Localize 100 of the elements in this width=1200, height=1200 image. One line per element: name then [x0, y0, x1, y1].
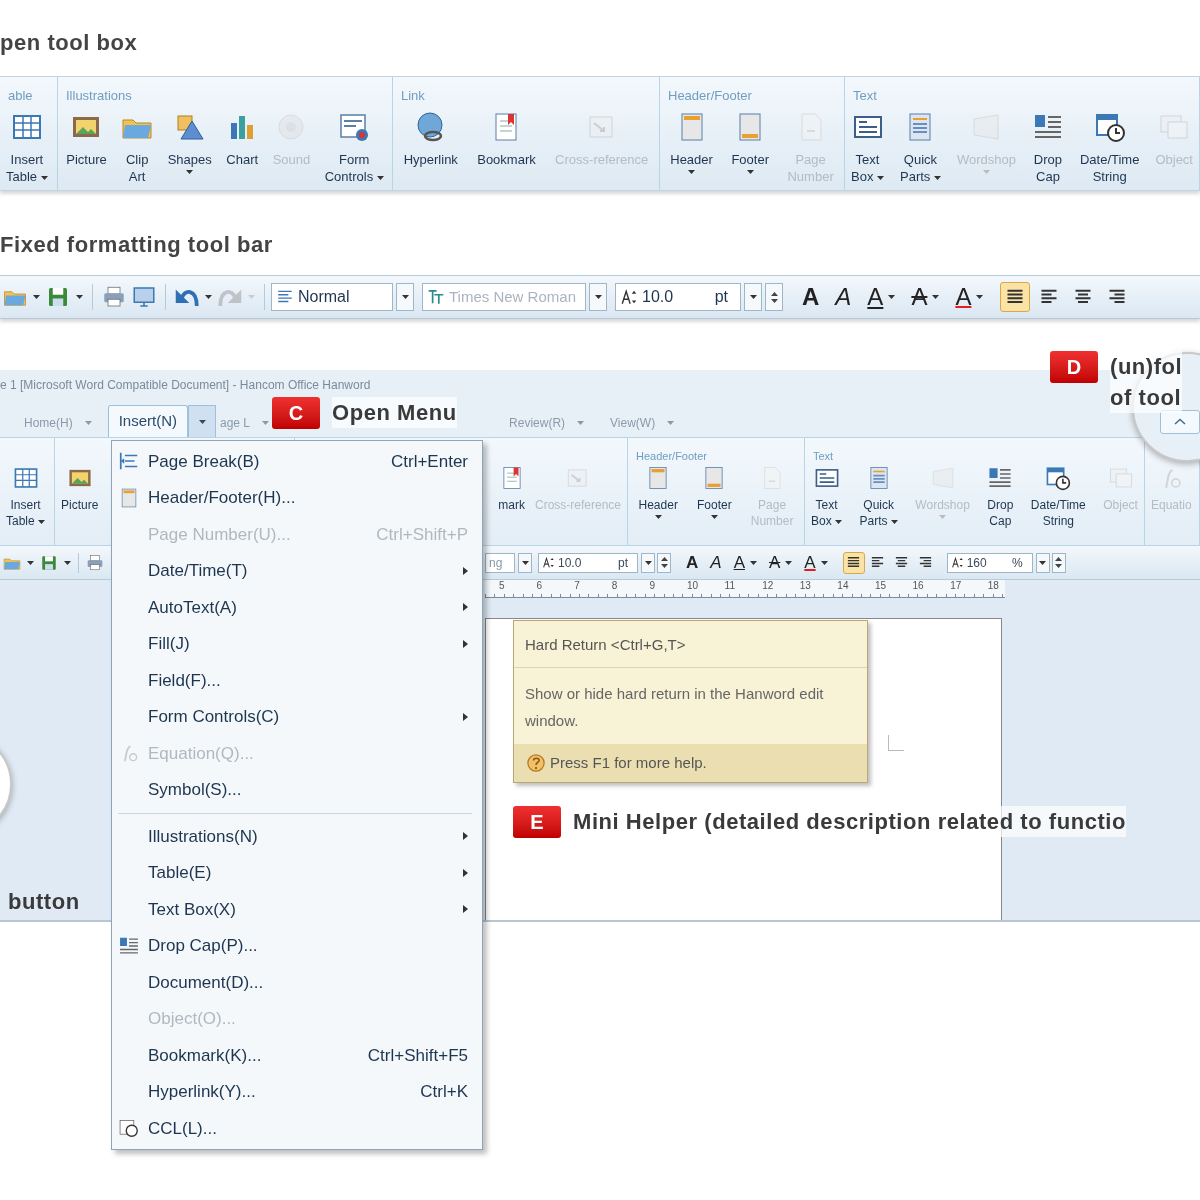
ruler-number: 6	[536, 580, 544, 593]
printer-icon	[86, 553, 104, 572]
menu-item[interactable]: Field(F)...	[112, 662, 482, 699]
ruler-number: 9	[649, 580, 656, 593]
caret-icon	[186, 170, 194, 174]
menu-item[interactable]: Form Controls(C)	[112, 698, 482, 735]
ribbon-button[interactable]: Hyperlink	[401, 111, 460, 168]
ribbon-button[interactable]: Drop Cap	[985, 465, 1016, 529]
dropdown-button[interactable]	[744, 283, 762, 311]
help-hint: Press F1 for more help.	[550, 752, 707, 773]
ribbon-button[interactable]: Footer	[694, 465, 734, 529]
ribbon-button[interactable]: Text Box	[849, 111, 886, 185]
dropdown-button[interactable]	[641, 552, 655, 573]
ribbon-button[interactable]: Bookmark	[475, 111, 538, 168]
ribbon-button[interactable]: Quick Parts	[898, 111, 943, 185]
up-arrow-icon	[660, 557, 668, 561]
spin-button[interactable]	[765, 283, 783, 311]
ribbon-button[interactable]: Clip Art	[119, 111, 156, 185]
ruler-number: 5	[499, 580, 506, 593]
menu-item[interactable]: Illustrations(N)	[112, 818, 482, 855]
margin-corner-mark	[888, 735, 904, 751]
zoom-combobox[interactable]: 160 %	[946, 552, 1033, 573]
ruler-number: 16	[912, 580, 925, 593]
up-arrow-icon	[1055, 557, 1063, 561]
callout-text: button	[8, 888, 80, 916]
spin-button[interactable]	[1051, 552, 1066, 573]
form-icon	[338, 111, 371, 143]
ribbon-button[interactable]: Date/Time String	[1028, 465, 1088, 529]
align-button[interactable]	[842, 551, 865, 574]
calendar-clock-icon	[1093, 111, 1126, 143]
callout-text: of tool	[1110, 382, 1183, 413]
format-button[interactable]: A	[952, 279, 987, 315]
align-center-icon	[894, 555, 910, 570]
format-button[interactable]: A	[730, 549, 760, 576]
dropdown-button[interactable]	[589, 283, 607, 311]
circled-document-icon	[118, 1117, 140, 1140]
format-button[interactable]: A	[801, 549, 831, 576]
ribbon-tab[interactable]: Insert(N)	[107, 405, 188, 437]
caret-icon	[877, 175, 884, 180]
format-button[interactable]: A	[799, 279, 823, 315]
ribbon-button[interactable]: Text Box	[809, 465, 844, 529]
format-button[interactable]: A	[765, 549, 796, 576]
format-button[interactable]: A	[864, 279, 899, 315]
ribbon-button[interactable]: Quick Parts	[857, 465, 900, 529]
menu-item[interactable]: Bookmark(K)... Ctrl+Shift+F5	[112, 1037, 482, 1074]
menu-item[interactable]: Header/Footer(H)...	[112, 479, 482, 516]
section-heading: pen tool box	[0, 30, 138, 55]
ribbon-button[interactable]: Form Controls	[322, 111, 386, 185]
format-button[interactable]: A	[707, 549, 725, 576]
menu-item[interactable]: Fill(J)	[112, 625, 482, 662]
menu-item[interactable]: AutoText(A)	[112, 589, 482, 626]
ruler-number: 17	[950, 580, 963, 593]
group-title: Text	[853, 88, 877, 103]
dropdown-button[interactable]	[1035, 552, 1050, 573]
caret-icon	[644, 560, 652, 565]
format-button[interactable]: A	[908, 279, 943, 315]
ribbon-button[interactable]: Header	[668, 111, 715, 185]
dropdown-button[interactable]	[396, 283, 414, 311]
menu-item[interactable]: Document(D)...	[112, 964, 482, 1001]
caret-icon	[262, 421, 270, 425]
submenu-arrow-icon	[463, 868, 468, 877]
ribbon-button[interactable]: Drop Cap	[1029, 111, 1066, 185]
down-arrow-icon	[660, 564, 668, 568]
ribbon-button[interactable]: Footer	[729, 111, 771, 185]
submenu-arrow-icon	[463, 566, 468, 575]
callout-text: Mini Helper (detailed description related to functio	[573, 806, 1126, 837]
menu-item[interactable]: Hyperlink(Y)... Ctrl+K	[112, 1073, 482, 1110]
menu-item[interactable]: Drop Cap(P)...	[112, 927, 482, 964]
format-button[interactable]: A	[683, 549, 702, 576]
submenu-arrow-icon	[463, 905, 468, 914]
ruler-number: 8	[611, 580, 619, 593]
menu-item[interactable]: Text Box(X)	[112, 891, 482, 928]
menu-item[interactable]: Symbol(S)...	[112, 771, 482, 808]
save-icon	[40, 553, 58, 572]
ribbon-button[interactable]: Picture	[59, 465, 101, 513]
menu-item[interactable]: Table(E)	[112, 854, 482, 891]
font-size-icon	[950, 556, 964, 569]
ribbon-button[interactable]: Insert Table	[4, 111, 50, 185]
menu-item[interactable]: Date/Time(T)	[112, 552, 482, 589]
ruler-number: 13	[799, 580, 812, 593]
question-circle-icon	[526, 753, 546, 773]
dropdown-button[interactable]	[518, 552, 532, 573]
spin-button[interactable]	[657, 552, 671, 573]
save-icon	[46, 285, 70, 309]
caret-icon	[33, 295, 40, 299]
ribbon-button[interactable]: mark	[496, 465, 527, 513]
ribbon-button[interactable]: Chart	[224, 111, 261, 185]
style-combobox[interactable]: Normal	[271, 283, 393, 311]
menu-item[interactable]: Page Break(B) Ctrl+Enter	[112, 443, 482, 480]
size-combobox[interactable]: 10.0 pt	[538, 552, 638, 573]
align-button[interactable]	[1000, 282, 1031, 312]
format-button[interactable]: A	[832, 279, 855, 315]
ribbon-button[interactable]: Shapes	[165, 111, 214, 185]
ruler-number: 12	[762, 580, 775, 593]
ribbon-button[interactable]: Header	[636, 465, 680, 529]
ribbon-button[interactable]: Insert Table	[4, 465, 48, 529]
ribbon-button[interactable]: Date/Time String	[1077, 111, 1142, 185]
ribbon-button[interactable]: Picture	[64, 111, 109, 185]
menu-item[interactable]: CCL(L)...	[112, 1110, 482, 1147]
size-combobox[interactable]: 10.0 pt	[615, 283, 741, 311]
